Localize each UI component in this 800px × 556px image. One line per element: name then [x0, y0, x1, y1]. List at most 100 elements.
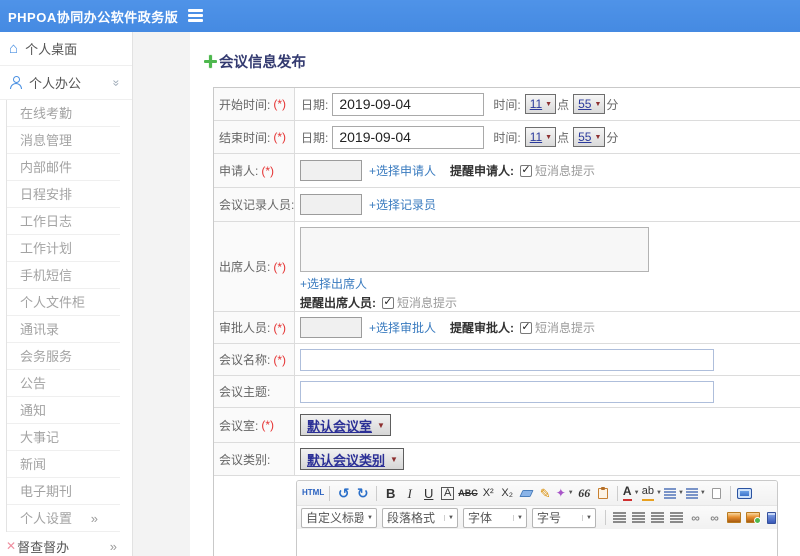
start-minute-select[interactable]: 55 ▼: [573, 94, 606, 114]
end-minute-select[interactable]: 55 ▼: [573, 127, 606, 147]
new-page-icon[interactable]: [708, 484, 725, 503]
required-mark: (*): [273, 259, 287, 274]
field-label: 会议主题:: [219, 385, 271, 399]
format-brush-icon[interactable]: ✎: [537, 484, 554, 503]
start-hour-select[interactable]: 11 ▼: [524, 94, 557, 114]
sidebar-item-work-plan[interactable]: 工作计划: [7, 235, 120, 262]
align-right-icon[interactable]: [649, 508, 666, 527]
choose-recorder-link[interactable]: +选择记录员: [369, 196, 436, 213]
field-label: 申请人:: [219, 164, 259, 178]
hour-suffix: 点: [557, 97, 570, 112]
field-label: 开始时间:: [219, 97, 271, 112]
align-left-icon[interactable]: [611, 508, 628, 527]
end-date-input[interactable]: [332, 125, 485, 149]
sidebar-item-personal-desktop[interactable]: ⌂ 个人桌面: [0, 32, 132, 66]
toolbar-separator: [729, 485, 731, 501]
sidebar-item-memorabilia[interactable]: 大事记: [7, 424, 120, 451]
sidebar-item-schedule[interactable]: 日程安排: [7, 181, 120, 208]
paragraph-format-select[interactable]: 段落格式 ▼: [382, 507, 458, 528]
superscript-icon[interactable]: X²: [480, 484, 497, 503]
highlight-color-icon[interactable]: ab ▼: [641, 484, 662, 503]
subscript-icon[interactable]: X₂: [499, 484, 516, 503]
editor-content[interactable]: [297, 529, 777, 556]
sidebar-item-news[interactable]: 新闻: [7, 451, 120, 478]
sidebar-item-message-management[interactable]: 消息管理: [7, 127, 120, 154]
hamburger-menu-icon[interactable]: [188, 9, 203, 22]
sidebar-item-work-log[interactable]: 工作日志: [7, 208, 120, 235]
fullscreen-icon[interactable]: [736, 484, 753, 503]
field-label: 会议室:: [219, 418, 259, 433]
meeting-room-select[interactable]: 默认会议室 ▼: [300, 414, 391, 436]
start-date-input[interactable]: [332, 92, 485, 116]
minute-suffix: 分: [606, 97, 619, 112]
form-row-meeting-category: 会议类别: 默认会议类别 ▼: [214, 443, 800, 476]
sidebar-item-announcement[interactable]: 公告: [7, 370, 120, 397]
sidebar-item-online-attendance[interactable]: 在线考勤: [7, 100, 120, 127]
sidebar-item-contacts[interactable]: 通讯录: [7, 316, 120, 343]
end-hour-select[interactable]: 11 ▼: [524, 127, 557, 147]
insert-link-icon[interactable]: ∞: [687, 508, 704, 527]
ordered-list-icon[interactable]: ▼: [663, 484, 684, 503]
font-family-select[interactable]: 字体 ▼: [463, 507, 527, 528]
toolbar-separator: [329, 485, 331, 501]
blockquote-icon[interactable]: 66: [576, 484, 593, 503]
meeting-topic-input[interactable]: [300, 380, 714, 403]
underline-icon[interactable]: U: [420, 484, 437, 503]
bold-icon[interactable]: B: [382, 484, 399, 503]
sidebar-item-notice[interactable]: 通知: [7, 397, 120, 424]
sidebar-item-label: 个人办公: [29, 76, 82, 91]
applicant-input[interactable]: [300, 160, 362, 181]
recorder-input[interactable]: [300, 194, 362, 215]
choose-approver-link[interactable]: +选择审批人: [369, 319, 436, 336]
meeting-name-input[interactable]: [300, 348, 714, 371]
strikethrough-icon[interactable]: ABC: [458, 484, 478, 503]
italic-icon[interactable]: I: [401, 484, 418, 503]
page-title-text: 会议信息发布: [219, 55, 306, 71]
form-row-start-time: 开始时间: (*) 日期: 时间: 11▼ 点 55▼ 分: [214, 88, 800, 121]
approver-input[interactable]: [300, 317, 362, 338]
eraser-icon[interactable]: [518, 484, 535, 503]
sidebar-item-personal-file-cabinet[interactable]: 个人文件柜: [7, 289, 120, 316]
insert-image-icon[interactable]: [725, 508, 742, 527]
form-row-content-editor: HTML ↺ ↻ B I U A ABC X² X₂ ✎ ✦ ▼ 66 A ▼ ab ▼ ▼ ▼ 自定义标题 ▼ 段落格式…: [214, 476, 800, 556]
choose-applicant-link[interactable]: +选择申请人: [369, 162, 436, 179]
align-center-icon[interactable]: [630, 508, 647, 527]
applicant-sms-checkbox[interactable]: ✓: [520, 164, 533, 177]
sidebar-item-mobile-sms[interactable]: 手机短信: [7, 262, 120, 289]
field-label: 会议名称:: [219, 353, 271, 367]
sidebar-item-supervise[interactable]: ✕ 督查督办 »: [0, 534, 132, 556]
sidebar-item-personal-settings[interactable]: 个人设置 »: [7, 505, 120, 532]
time-label: 时间:: [493, 97, 521, 112]
auto-typeset-icon[interactable]: ✦ ▼: [556, 484, 574, 503]
choose-attendees-link[interactable]: +选择出席人: [300, 275, 367, 292]
field-label: 会议类别:: [219, 452, 271, 467]
upload-image-icon[interactable]: [744, 508, 761, 527]
align-justify-icon[interactable]: [668, 508, 685, 527]
sidebar-item-internal-mail[interactable]: 内部邮件: [7, 154, 120, 181]
font-color-icon[interactable]: A ▼: [622, 484, 640, 503]
remind-attendees-label: 提醒出席人员:: [300, 296, 376, 310]
field-label: 审批人员:: [219, 321, 271, 335]
minute-suffix: 分: [606, 130, 619, 145]
custom-title-select[interactable]: 自定义标题 ▼: [301, 507, 377, 528]
undo-icon[interactable]: ↺: [335, 484, 352, 503]
paste-text-icon[interactable]: [595, 484, 612, 503]
sidebar-item-personal-office[interactable]: 个人办公 »: [0, 66, 132, 100]
sidebar-submenu: 在线考勤 消息管理 内部邮件 日程安排 工作日志 工作计划 手机短信 个人文件柜 通讯录 会务服务…: [6, 100, 132, 505]
sidebar-item-e-journal[interactable]: 电子期刊: [7, 478, 120, 505]
app-title: PHPOA协同办公软件政务版: [8, 9, 179, 25]
redo-icon[interactable]: ↻: [354, 484, 371, 503]
date-label: 日期:: [301, 130, 329, 145]
insert-video-icon[interactable]: [763, 508, 777, 527]
font-border-icon[interactable]: A: [439, 484, 456, 503]
html-source-icon[interactable]: HTML: [302, 484, 324, 503]
attendees-textarea[interactable]: [300, 227, 649, 272]
approver-sms-checkbox[interactable]: ✓: [520, 321, 533, 334]
remove-link-icon[interactable]: ∞: [706, 508, 723, 527]
remind-applicant-label: 提醒申请人:: [450, 164, 515, 178]
font-size-select[interactable]: 字号 ▼: [532, 507, 596, 528]
sidebar-item-meeting-service[interactable]: 会务服务: [7, 343, 120, 370]
unordered-list-icon[interactable]: ▼: [685, 484, 706, 503]
meeting-category-select[interactable]: 默认会议类别 ▼: [300, 448, 404, 470]
attendees-sms-checkbox[interactable]: ✓: [382, 296, 394, 309]
